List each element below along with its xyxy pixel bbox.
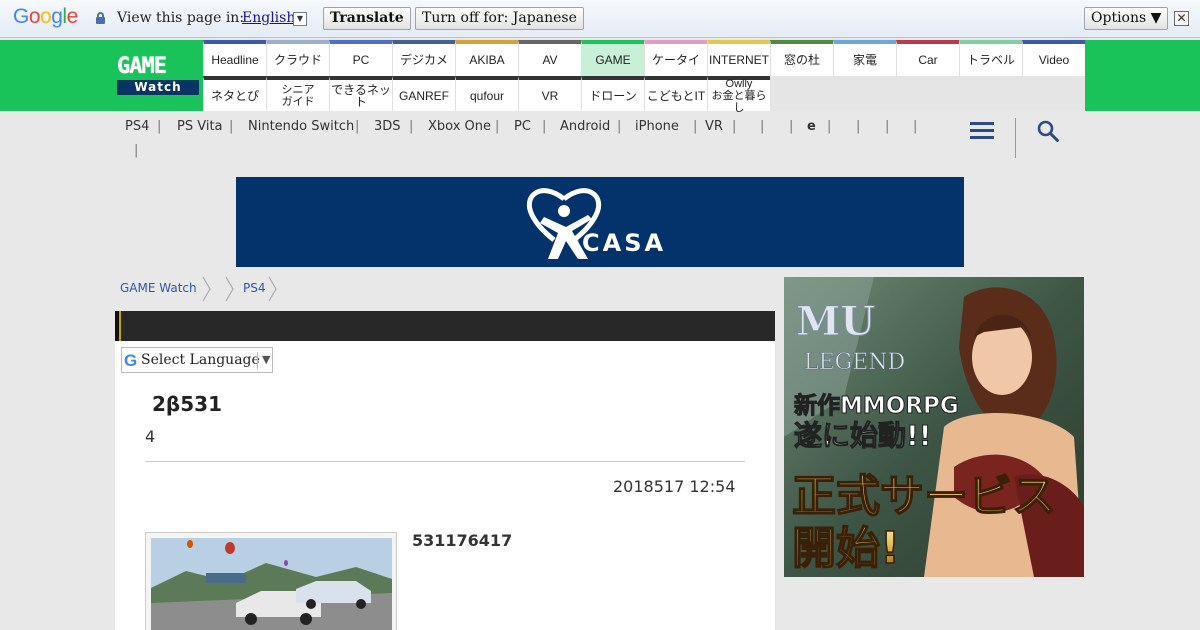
ad-legend-text: LEGEND (804, 350, 905, 375)
select-language-dropdown[interactable]: G Select Language ▼ (121, 347, 273, 373)
nav-item-internet[interactable]: INTERNET (707, 40, 770, 76)
nav-item-row2[interactable]: Owlly お金と暮らし (707, 76, 770, 114)
nav-item-row2[interactable]: VR (518, 76, 581, 111)
subnav-separator: | (789, 119, 794, 134)
subnav-item[interactable]: PS Vita (177, 119, 223, 134)
chevron-down-icon[interactable]: ▼ (293, 12, 307, 26)
ad-mu-logo: MU (796, 298, 875, 345)
google-logo-letter: e (66, 5, 79, 28)
options-button[interactable]: Options ▼ (1084, 7, 1169, 30)
subnav-separator: | (885, 119, 890, 134)
chevron-right-icon (268, 276, 277, 302)
google-logo: Google (13, 5, 78, 29)
search-icon[interactable] (1037, 120, 1059, 142)
subnav-separator: | (495, 119, 500, 134)
subnav-item[interactable]: VR (705, 119, 723, 134)
chevron-right-icon (225, 276, 234, 302)
turn-off-button[interactable]: Turn off for: Japanese (415, 7, 584, 30)
nav-item-car[interactable]: Car (896, 40, 959, 76)
ad-line2: 遂に始動!! (794, 419, 932, 452)
casa-logo-icon: ® CASA (526, 188, 666, 259)
menu-icon[interactable] (970, 122, 994, 140)
subnav-separator: | (229, 119, 234, 134)
subnav-item[interactable]: PS4 (125, 119, 149, 134)
nav-item-デジカメ[interactable]: デジカメ (392, 40, 455, 76)
article-title: 2β531 (152, 392, 222, 416)
ad-line4: 開始! (792, 523, 900, 574)
google-g-icon: G (124, 351, 138, 370)
svg-text:®: ® (574, 238, 579, 245)
breadcrumb-home[interactable]: GAME Watch (120, 281, 197, 295)
subnav-separator: | (355, 119, 360, 134)
google-logo-letter: o (40, 5, 52, 28)
subnav-separator: | (732, 119, 737, 134)
subnav-separator: | (157, 119, 162, 134)
article-subtitle: 4 (145, 427, 156, 446)
select-language-label: Select Language (141, 352, 260, 368)
nav-item-トラベル[interactable]: トラベル (959, 40, 1022, 76)
side-ad[interactable]: MU LEGEND 新作MMORPG 遂に始動!! 正式サービス 開始! (784, 277, 1084, 577)
article-photo[interactable] (145, 532, 397, 630)
translate-button[interactable]: Translate (323, 7, 411, 30)
nav-item-row2[interactable]: こどもとIT (644, 76, 707, 111)
translate-bar: Google View this page in: English ▼ Tran… (0, 0, 1200, 38)
subnav-separator: | (827, 119, 832, 134)
ad-line1: 新作MMORPG (794, 392, 959, 419)
subnav-item[interactable]: Android (560, 119, 610, 134)
divider (145, 461, 745, 462)
subnav-separator: | (134, 143, 139, 158)
logo-watch-text: Watch (117, 80, 199, 95)
article-caption: 531176417 (412, 531, 513, 550)
header-band-right (1085, 40, 1200, 111)
logo-game-text: GAME (117, 54, 167, 79)
language-select[interactable]: English (242, 10, 295, 26)
ad-line3: 正式サービス (792, 471, 1056, 522)
breadcrumb-ps4[interactable]: PS4 (243, 281, 266, 295)
banner-ad[interactable]: ® CASA (236, 177, 964, 267)
google-logo-letter: g (51, 5, 63, 28)
nav-item-game[interactable]: GAME (581, 40, 644, 76)
nav-item-row2[interactable]: GANREF (392, 76, 455, 111)
subnav-separator: | (409, 119, 414, 134)
nav-item-video[interactable]: Video (1022, 40, 1085, 76)
nav-item-row2[interactable]: ネタとぴ (203, 76, 266, 111)
view-page-label: View this page in: (117, 10, 245, 26)
subnav-item[interactable]: 3DS (374, 119, 401, 134)
subnav-separator: | (760, 119, 765, 134)
article-header-bar (115, 311, 775, 341)
subnav-separator: | (617, 119, 622, 134)
google-logo-letter: G (13, 5, 29, 28)
nav-item-row2[interactable]: できるネット (329, 76, 392, 111)
subnav-separator: | (856, 119, 861, 134)
category-nav: Headline クラウド PC デジカメ AKIBA AV GAME ケータイ INTERNE… (203, 40, 1085, 114)
subnav-item[interactable]: iPhone (635, 119, 679, 134)
nav-item-窓の杜[interactable]: 窓の杜 (770, 40, 833, 76)
nav-item-ケータイ[interactable]: ケータイ (644, 40, 707, 76)
google-logo-letter: o (28, 5, 41, 28)
subnav-item[interactable]: Xbox One (428, 119, 491, 134)
nav-item-クラウド[interactable]: クラウド (266, 40, 329, 76)
nav-item-家電[interactable]: 家電 (833, 40, 896, 76)
subnav-item[interactable]: PC (514, 119, 531, 134)
article-date: 2018517 12:54 (613, 477, 736, 496)
nav-item-pc[interactable]: PC (329, 40, 392, 76)
subnav-item[interactable]: e (807, 119, 816, 134)
banner-brand-text: CASA (582, 229, 666, 257)
nav-item-akiba[interactable]: AKIBA (455, 40, 518, 76)
subnav-separator: | (542, 119, 547, 134)
nav-item-headline[interactable]: Headline (203, 40, 266, 76)
lock-icon (96, 12, 105, 24)
nav-item-row2[interactable]: ドローン (581, 76, 644, 111)
subnav-item[interactable]: Nintendo Switch (248, 119, 354, 134)
site-logo[interactable]: GAME Watch (117, 55, 201, 95)
subnav-separator: | (913, 119, 918, 134)
chevron-right-icon (202, 276, 211, 302)
subnav-separator: | (693, 119, 698, 134)
nav-item-row2[interactable]: シニア ガイド (266, 76, 329, 111)
chevron-down-icon: ▼ (262, 353, 271, 366)
nav-item-row2[interactable]: qufour (455, 76, 518, 111)
nav-item-av[interactable]: AV (518, 40, 581, 76)
header-divider (1015, 118, 1016, 158)
close-icon[interactable]: ✕ (1174, 11, 1189, 26)
